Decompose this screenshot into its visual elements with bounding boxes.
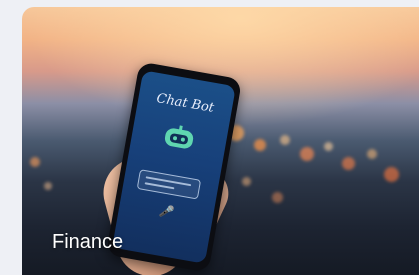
bokeh-light <box>384 167 399 182</box>
chatbot-robot-icon <box>164 125 194 149</box>
bokeh-light <box>367 149 377 159</box>
chat-message-bubble <box>136 169 202 200</box>
category-label: Finance <box>52 231 124 253</box>
microphone-icon: 🎤 <box>158 203 176 220</box>
bokeh-light <box>272 192 283 203</box>
chatbot-screen-title: Chat Bot <box>155 91 216 116</box>
bokeh-light <box>280 135 290 145</box>
category-card-finance[interactable]: Chat Bot 🎤 Finance <box>22 7 419 275</box>
bokeh-light <box>342 157 355 170</box>
bokeh-light <box>324 142 333 151</box>
bokeh-light <box>300 147 314 161</box>
bokeh-light <box>44 182 52 190</box>
bokeh-light <box>242 177 251 186</box>
bokeh-light <box>30 157 40 167</box>
bokeh-light <box>254 139 266 151</box>
